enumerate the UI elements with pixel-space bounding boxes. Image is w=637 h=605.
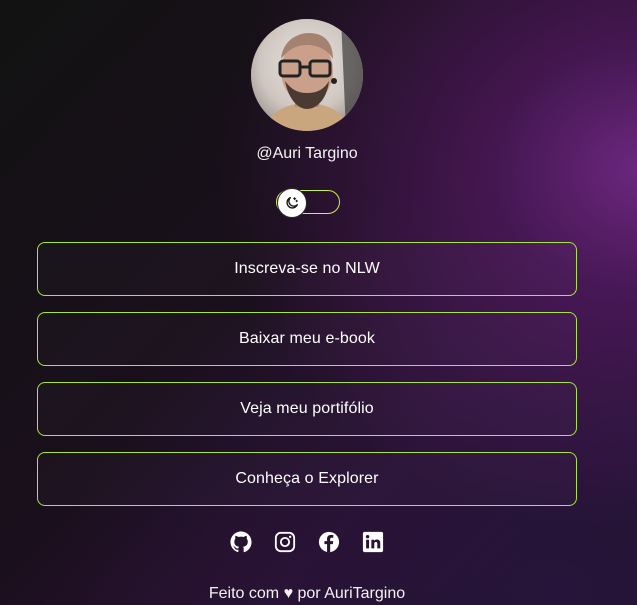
facebook-icon[interactable] <box>318 530 340 554</box>
link-portfolio-button[interactable]: Veja meu portifólio <box>37 382 577 436</box>
avatar-photo <box>251 19 363 131</box>
github-icon[interactable] <box>230 530 252 554</box>
link-list: Inscreva-se no NLW Baixar meu e-book Vej… <box>37 242 577 522</box>
profile-username: @Auri Targino <box>256 145 358 162</box>
page: @Auri Targino Inscreva-se no NLW Baixar … <box>0 0 637 605</box>
link-ebook-button[interactable]: Baixar meu e-book <box>37 312 577 366</box>
theme-toggle-switch[interactable] <box>276 188 340 218</box>
linkedin-icon[interactable] <box>362 530 384 554</box>
profile-avatar <box>251 19 363 131</box>
theme-toggle-knob[interactable] <box>277 188 307 218</box>
footer-credits: Feito com ♥ por AuriTargino <box>208 585 406 602</box>
moon-icon <box>286 197 298 209</box>
instagram-icon[interactable] <box>274 530 296 554</box>
link-nlw-button[interactable]: Inscreva-se no NLW <box>37 242 577 296</box>
social-links <box>0 530 614 554</box>
link-explorer-button[interactable]: Conheça o Explorer <box>37 452 577 506</box>
